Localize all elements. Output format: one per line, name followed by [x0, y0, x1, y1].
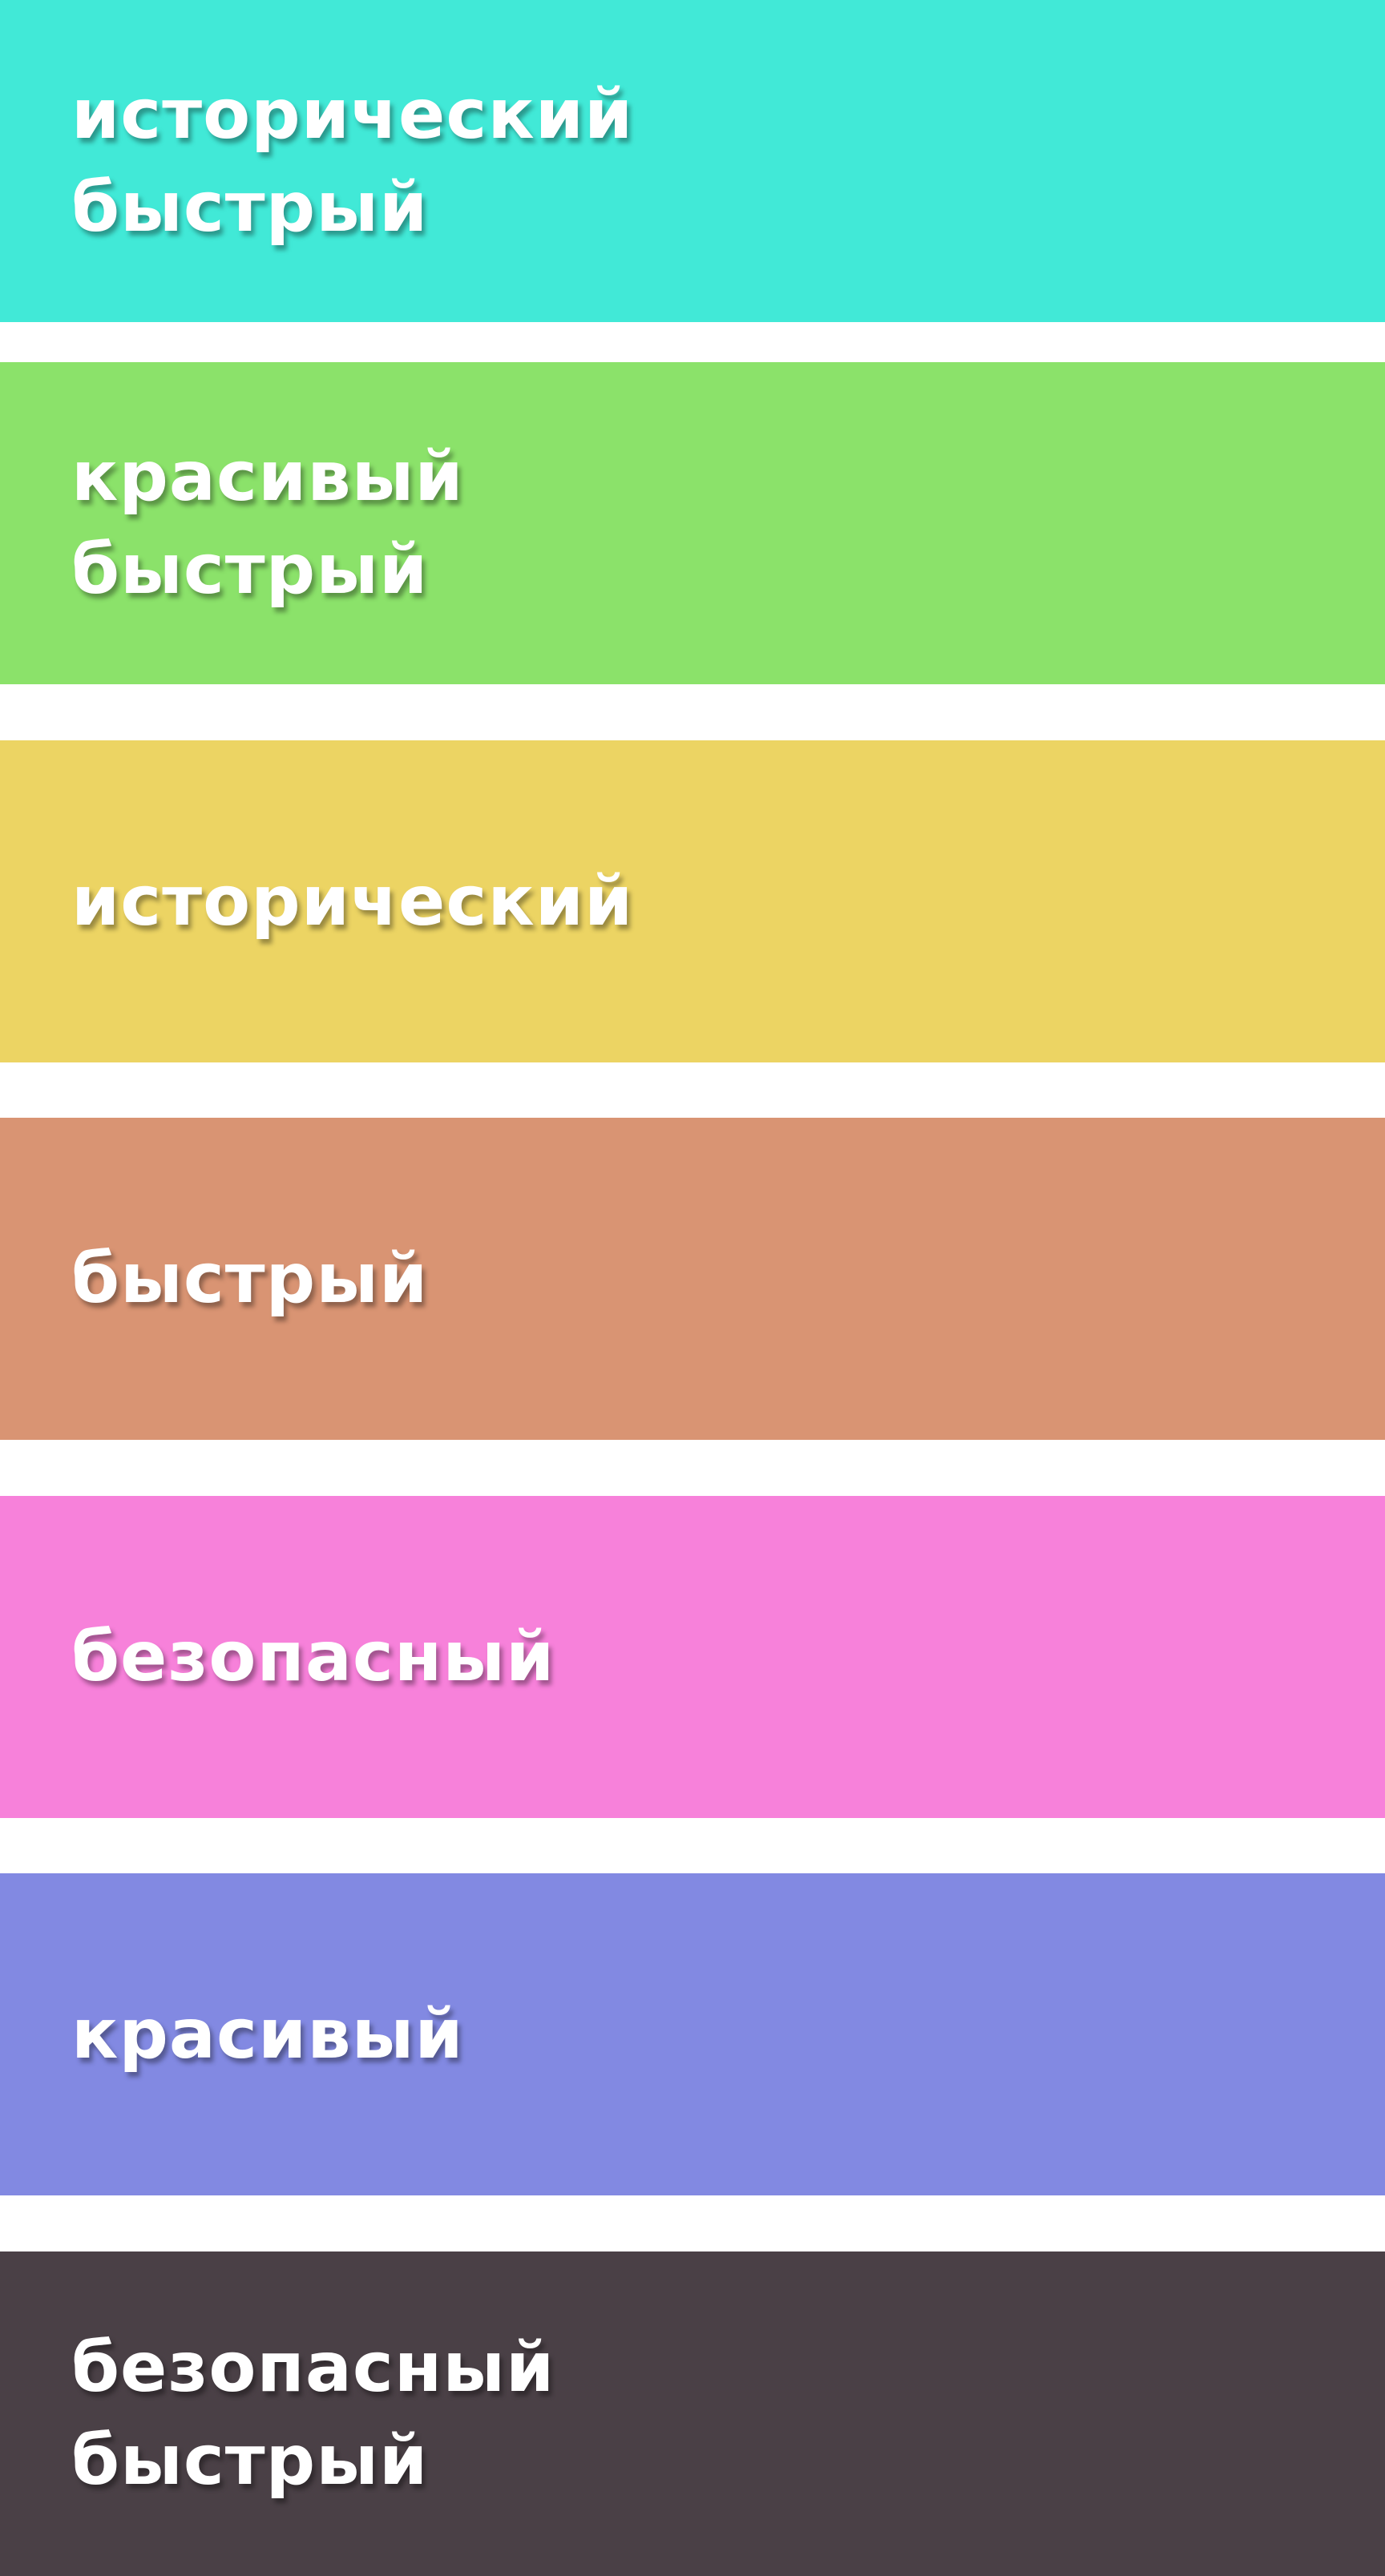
color-band-5: безопасный	[0, 1496, 1385, 1818]
band-label-line: безопасный	[71, 1617, 555, 1697]
color-band-2: красивый быстрый	[0, 362, 1385, 684]
band-label: безопасный	[71, 1611, 555, 1703]
band-label-line: быстрый	[71, 530, 429, 610]
band-label: быстрый	[71, 1232, 428, 1325]
color-band-3: исторический	[0, 740, 1385, 1062]
band-label: исторический быстрый	[71, 68, 633, 254]
band-label-line: быстрый	[71, 167, 429, 248]
color-band-4: быстрый	[0, 1118, 1385, 1440]
color-band-7: безопасный быстрый	[0, 2251, 1385, 2576]
band-label: красивый быстрый	[71, 430, 464, 616]
band-label-line: красивый	[71, 437, 464, 517]
band-label-line: быстрый	[71, 1239, 429, 1319]
band-label: красивый	[71, 1988, 464, 2081]
color-band-1: исторический быстрый	[0, 0, 1385, 322]
band-label-line: исторический	[71, 861, 634, 941]
band-label: исторический	[71, 855, 633, 948]
band-label-line: исторический	[71, 75, 634, 155]
band-label-line: быстрый	[71, 2420, 429, 2501]
band-label-line: безопасный	[71, 2327, 555, 2408]
color-band-6: красивый	[0, 1873, 1385, 2195]
band-label-line: красивый	[71, 1994, 464, 2074]
band-label: безопасный быстрый	[71, 2321, 555, 2507]
